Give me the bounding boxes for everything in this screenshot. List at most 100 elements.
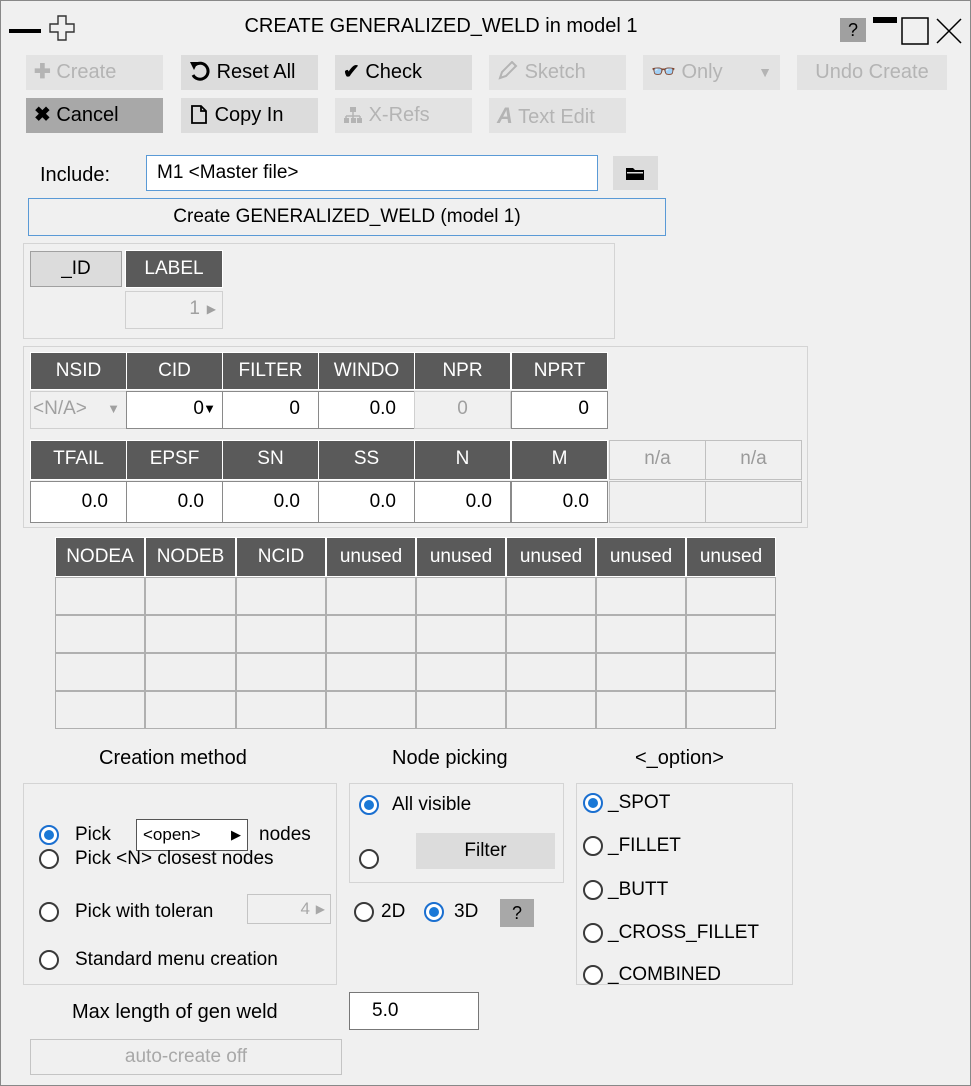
node-table-cell[interactable] xyxy=(416,615,506,653)
card2-value: 0.0 xyxy=(562,491,589,512)
option-radio-combined[interactable] xyxy=(583,965,603,985)
node-table-cell[interactable] xyxy=(145,577,236,615)
card1-field-nsid[interactable]: <N/A> ▼ xyxy=(30,391,127,429)
x-icon: ✖ xyxy=(34,104,51,126)
card1-value-windo: 0.0 xyxy=(369,398,396,419)
dropdown-arrow-icon: ▼ xyxy=(107,401,120,416)
node-table-cell[interactable] xyxy=(686,577,776,615)
node-table-cell[interactable] xyxy=(236,653,326,691)
node-picking-help-button[interactable]: ? xyxy=(500,899,534,927)
node-table-cell[interactable] xyxy=(416,653,506,691)
filter-radio[interactable] xyxy=(359,849,379,869)
node-table-cell[interactable] xyxy=(686,691,776,729)
node-table-cell[interactable] xyxy=(506,615,596,653)
all-visible-radio[interactable] xyxy=(359,795,379,815)
3d-radio[interactable] xyxy=(424,902,444,922)
node-table-cell[interactable] xyxy=(236,577,326,615)
card2-field-ss[interactable]: 0.0 xyxy=(318,481,415,523)
maximize-icon[interactable] xyxy=(901,17,929,45)
standard-menu-radio[interactable] xyxy=(39,950,59,970)
node-table-cell[interactable] xyxy=(686,653,776,691)
card2-field-sn[interactable]: 0.0 xyxy=(222,481,319,523)
auto-create-button[interactable]: auto-create off xyxy=(30,1039,342,1075)
only-dropdown[interactable]: 👓 Only ▼ xyxy=(643,55,780,90)
xrefs-button[interactable]: X-Refs xyxy=(335,98,472,133)
node-table-cell[interactable] xyxy=(506,691,596,729)
node-table-cell[interactable] xyxy=(55,653,145,691)
card1-field-nprt[interactable]: 0 xyxy=(511,391,608,429)
create-button[interactable]: ✚ Create xyxy=(26,55,163,90)
card2-value: 0.0 xyxy=(81,491,108,512)
card2-field-m[interactable]: 0.0 xyxy=(511,481,608,523)
id-button[interactable]: _ID xyxy=(30,251,122,287)
node-picking-title: Node picking xyxy=(392,747,508,769)
creation-method-title: Creation method xyxy=(99,747,247,769)
node-table-cell[interactable] xyxy=(506,577,596,615)
card1-header-cid: CID xyxy=(126,352,223,390)
card2-field-epsf[interactable]: 0.0 xyxy=(126,481,223,523)
node-table-cell[interactable] xyxy=(145,615,236,653)
pick-tol-label: Pick with toleran xyxy=(75,901,214,922)
3d-label: 3D xyxy=(454,901,479,922)
node-table-cell[interactable] xyxy=(55,577,145,615)
text-edit-button[interactable]: A Text Edit xyxy=(489,98,626,133)
node-table-cell[interactable] xyxy=(596,577,686,615)
node-table-header-nodea: NODEA xyxy=(55,537,145,577)
binoculars-icon: 👓 xyxy=(651,61,676,83)
option-radio-butt[interactable] xyxy=(583,880,603,900)
card1-field-cid[interactable]: 0 ▼ xyxy=(126,391,223,429)
pick-radio[interactable] xyxy=(39,825,59,845)
include-browse-button[interactable] xyxy=(613,156,658,190)
node-table-cell[interactable] xyxy=(326,691,416,729)
card1-header-nprt: NPRT xyxy=(511,352,608,390)
node-table-cell[interactable] xyxy=(326,577,416,615)
pick-tol-radio[interactable] xyxy=(39,902,59,922)
card1-field-npr[interactable]: 0 xyxy=(414,391,511,429)
title-bar[interactable]: CREATE GENERALIZED_WELD in model 1 ? xyxy=(1,1,970,58)
play-arrow-icon: ▶ xyxy=(206,302,216,316)
pick-n-radio[interactable] xyxy=(39,849,59,869)
reset-all-button[interactable]: Reset All xyxy=(181,55,318,90)
include-field[interactable]: M1 <Master file> xyxy=(146,155,598,191)
node-table-cell[interactable] xyxy=(596,653,686,691)
label-value[interactable]: 1 ▶ xyxy=(125,291,223,329)
node-table-cell[interactable] xyxy=(416,691,506,729)
sketch-button[interactable]: Sketch xyxy=(489,55,626,90)
undo-create-button[interactable]: Undo Create xyxy=(797,55,947,90)
xrefs-label: X-Refs xyxy=(368,104,430,126)
window-help-button[interactable]: ? xyxy=(840,18,866,42)
cancel-button[interactable]: ✖ Cancel xyxy=(26,98,163,133)
label-header: LABEL xyxy=(125,250,223,288)
check-button[interactable]: ✔ Check xyxy=(335,55,472,90)
node-table-cell[interactable] xyxy=(236,615,326,653)
node-table-cell[interactable] xyxy=(596,615,686,653)
pick-open-dropdown[interactable]: <open> ▶ xyxy=(136,819,248,851)
tolerance-field[interactable]: 4 ▶ xyxy=(247,894,331,924)
card1-header-nsid: NSID xyxy=(30,352,127,390)
filter-button[interactable]: Filter xyxy=(416,833,555,869)
card1-field-windo[interactable]: 0.0 xyxy=(318,391,415,429)
minimize-icon[interactable] xyxy=(873,17,897,25)
all-visible-label: All visible xyxy=(392,794,472,815)
max-length-field[interactable]: 5.0 xyxy=(349,992,479,1030)
node-table-cell[interactable] xyxy=(326,653,416,691)
close-icon[interactable] xyxy=(935,17,963,45)
node-table-cell[interactable] xyxy=(55,691,145,729)
node-table-cell[interactable] xyxy=(686,615,776,653)
card2-field-n[interactable]: 0.0 xyxy=(414,481,511,523)
node-table-cell[interactable] xyxy=(145,653,236,691)
node-table-cell[interactable] xyxy=(236,691,326,729)
node-table-cell[interactable] xyxy=(506,653,596,691)
node-table-cell[interactable] xyxy=(145,691,236,729)
copy-in-button[interactable]: Copy In xyxy=(181,98,318,133)
option-radio-spot[interactable] xyxy=(583,793,603,813)
node-table-cell[interactable] xyxy=(416,577,506,615)
option-radio-cross-fillet[interactable] xyxy=(583,923,603,943)
node-table-cell[interactable] xyxy=(596,691,686,729)
card2-field-tfail[interactable]: 0.0 xyxy=(30,481,127,523)
node-table-cell[interactable] xyxy=(55,615,145,653)
card1-field-filter[interactable]: 0 xyxy=(222,391,319,429)
2d-radio[interactable] xyxy=(354,902,374,922)
option-radio-fillet[interactable] xyxy=(583,836,603,856)
node-table-cell[interactable] xyxy=(326,615,416,653)
